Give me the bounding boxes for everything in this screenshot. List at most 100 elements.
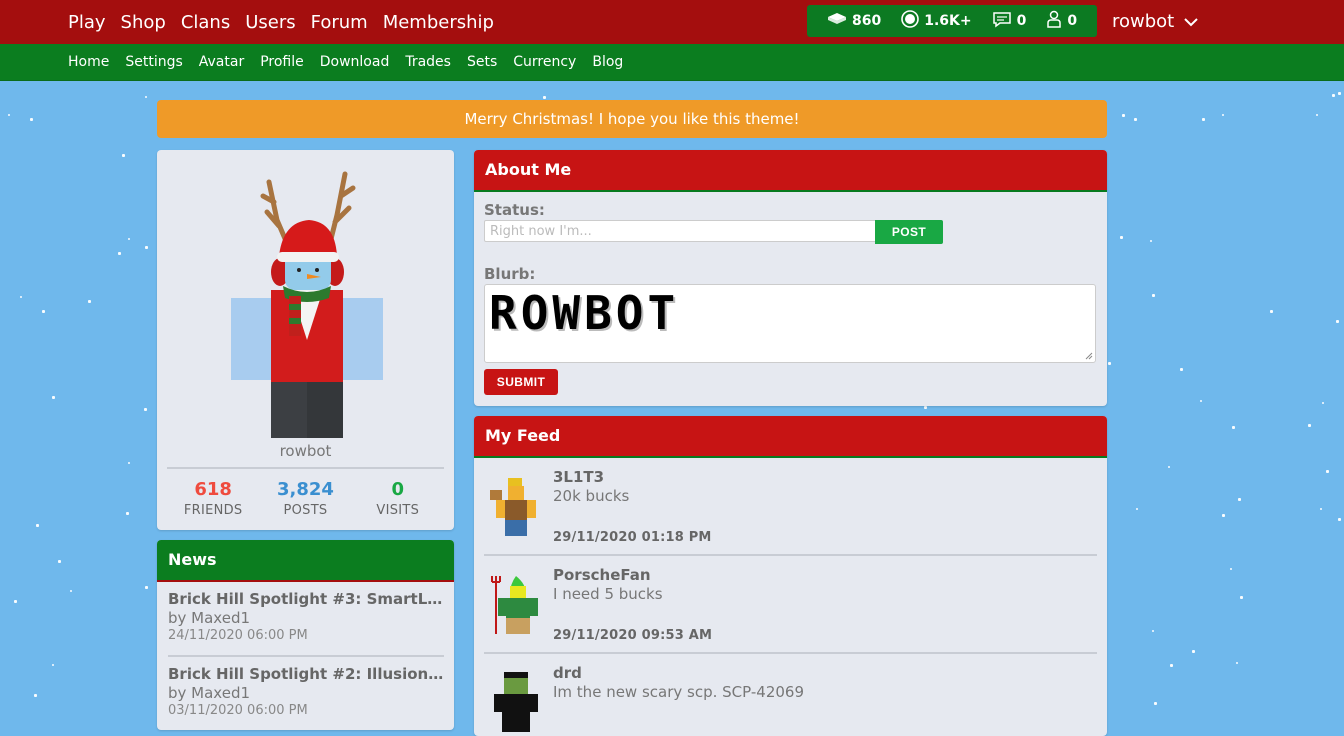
snowflake [36, 524, 39, 527]
secondary-nav: Home Settings Avatar Profile Download Tr… [68, 53, 639, 71]
feed-item: 3L1T3 20k bucks 29/11/2020 01:18 PM [484, 468, 1097, 548]
snowflake [1120, 236, 1123, 239]
snowflake [1134, 118, 1137, 121]
feed-username[interactable]: PorscheFan [553, 566, 651, 584]
snowflake [1136, 508, 1138, 510]
feed-message: 20k bucks [553, 487, 630, 505]
nav-users[interactable]: Users [245, 11, 295, 35]
feed-item: drd Im the new scary scp. SCP-42069 [484, 664, 1097, 736]
snowflake [1338, 518, 1341, 521]
snowflake [126, 512, 129, 515]
snowflake [34, 694, 37, 697]
snowflake [128, 238, 130, 240]
snowflake [1322, 402, 1324, 404]
feed-message: Im the new scary scp. SCP-42069 [553, 683, 804, 701]
snowflake [145, 246, 148, 249]
snowflake [1320, 508, 1322, 510]
messages-count: 0 [1016, 13, 1027, 29]
visits-count-value: 0 [391, 479, 405, 500]
profile-card: rowbot 618 FRIENDS 3,824 POSTS 0 VISITS [157, 150, 454, 530]
bricks-stat[interactable]: 860 [827, 12, 881, 30]
submit-blurb-button[interactable]: SUBMIT [484, 369, 558, 395]
nav-clans[interactable]: Clans [181, 11, 230, 35]
subnav-avatar[interactable]: Avatar [199, 53, 244, 71]
snowflake [1122, 114, 1125, 117]
divider [168, 655, 444, 657]
snowflake [1270, 310, 1273, 313]
snowflake [1180, 368, 1183, 371]
feed-username[interactable]: drd [553, 664, 582, 682]
subnav-currency[interactable]: Currency [513, 53, 576, 71]
snowflake [52, 396, 55, 399]
snowflake [52, 664, 54, 666]
resize-handle-icon[interactable] [1085, 352, 1093, 360]
snowflake [145, 96, 147, 98]
subnav-blog[interactable]: Blog [592, 53, 623, 71]
snowflake [30, 118, 33, 121]
friends-count-value: 618 [194, 479, 232, 500]
news-title[interactable]: Brick Hill Spotlight #3: SmartLi... [168, 590, 444, 608]
feed-date: 29/11/2020 09:53 AM [553, 628, 713, 643]
nav-shop[interactable]: Shop [121, 11, 166, 35]
news-item[interactable]: Brick Hill Spotlight #2: Illusioni... by… [168, 665, 444, 718]
primary-nav: Play Shop Clans Users Forum Membership [68, 11, 509, 35]
snowflake [1152, 630, 1154, 632]
snowflake [1308, 424, 1311, 427]
friend-requests-stat[interactable]: 0 [1046, 10, 1077, 32]
posts-count-value: 3,824 [277, 479, 334, 500]
subnav-sets[interactable]: Sets [467, 53, 497, 71]
announcement-banner: Merry Christmas! I hope you like this th… [157, 100, 1107, 138]
snowflake [1232, 426, 1235, 429]
divider [167, 467, 444, 469]
user-menu[interactable]: rowbot [1112, 11, 1198, 32]
friends-count[interactable]: 618 FRIENDS [168, 479, 258, 519]
news-card: News Brick Hill Spotlight #3: SmartLi...… [157, 540, 454, 730]
status-label: Status: [484, 201, 545, 219]
snowflake [42, 310, 45, 313]
nav-forum[interactable]: Forum [311, 11, 368, 35]
snowflake [1168, 466, 1170, 468]
status-input[interactable] [484, 220, 876, 242]
visits-count: 0 VISITS [353, 479, 443, 519]
subnav-settings[interactable]: Settings [125, 53, 182, 71]
post-status-button[interactable]: POST [875, 220, 943, 244]
about-me-card: About Me Status: POST Blurb: ROWBOT SUBM… [474, 150, 1107, 406]
subnav-download[interactable]: Download [320, 53, 390, 71]
profile-username: rowbot [279, 442, 332, 460]
snowflake [1222, 514, 1225, 517]
feed-user-avatar[interactable] [488, 476, 544, 538]
subnav-trades[interactable]: Trades [405, 53, 451, 71]
news-item[interactable]: Brick Hill Spotlight #3: SmartLi... by M… [168, 590, 444, 643]
subnav-profile[interactable]: Profile [260, 53, 304, 71]
snowflake [20, 296, 22, 298]
feed-message: I need 5 bucks [553, 585, 663, 603]
currency-stats: 860 1.6K+ 0 0 [807, 5, 1097, 37]
posts-count[interactable]: 3,824 POSTS [260, 479, 350, 519]
news-title[interactable]: Brick Hill Spotlight #2: Illusioni... [168, 665, 444, 683]
user-icon [1046, 10, 1067, 32]
snowflake [1108, 362, 1111, 365]
snowflake [924, 406, 927, 409]
feed-date: 29/11/2020 01:18 PM [553, 530, 712, 545]
subnav-home[interactable]: Home [68, 53, 109, 71]
bucks-stat[interactable]: 1.6K+ [901, 10, 972, 32]
feed-user-avatar[interactable] [488, 672, 544, 734]
snowflake [70, 590, 72, 592]
snowflake [145, 586, 148, 589]
feed-user-avatar[interactable] [488, 574, 544, 636]
bucks-icon [901, 10, 924, 32]
snowflake [1230, 568, 1232, 570]
messages-stat[interactable]: 0 [992, 11, 1027, 32]
snowflake [1154, 702, 1157, 705]
blurb-textarea[interactable]: ROWBOT [484, 284, 1096, 363]
nav-play[interactable]: Play [68, 11, 106, 35]
news-header: News [157, 540, 454, 582]
news-date: 03/11/2020 06:00 PM [168, 703, 308, 718]
snowflake [118, 252, 121, 255]
snowflake [1326, 470, 1329, 473]
bricks-icon [827, 12, 852, 30]
snowflake [1152, 294, 1155, 297]
snowflake [88, 300, 91, 303]
feed-username[interactable]: 3L1T3 [553, 468, 604, 486]
nav-membership[interactable]: Membership [383, 11, 494, 35]
